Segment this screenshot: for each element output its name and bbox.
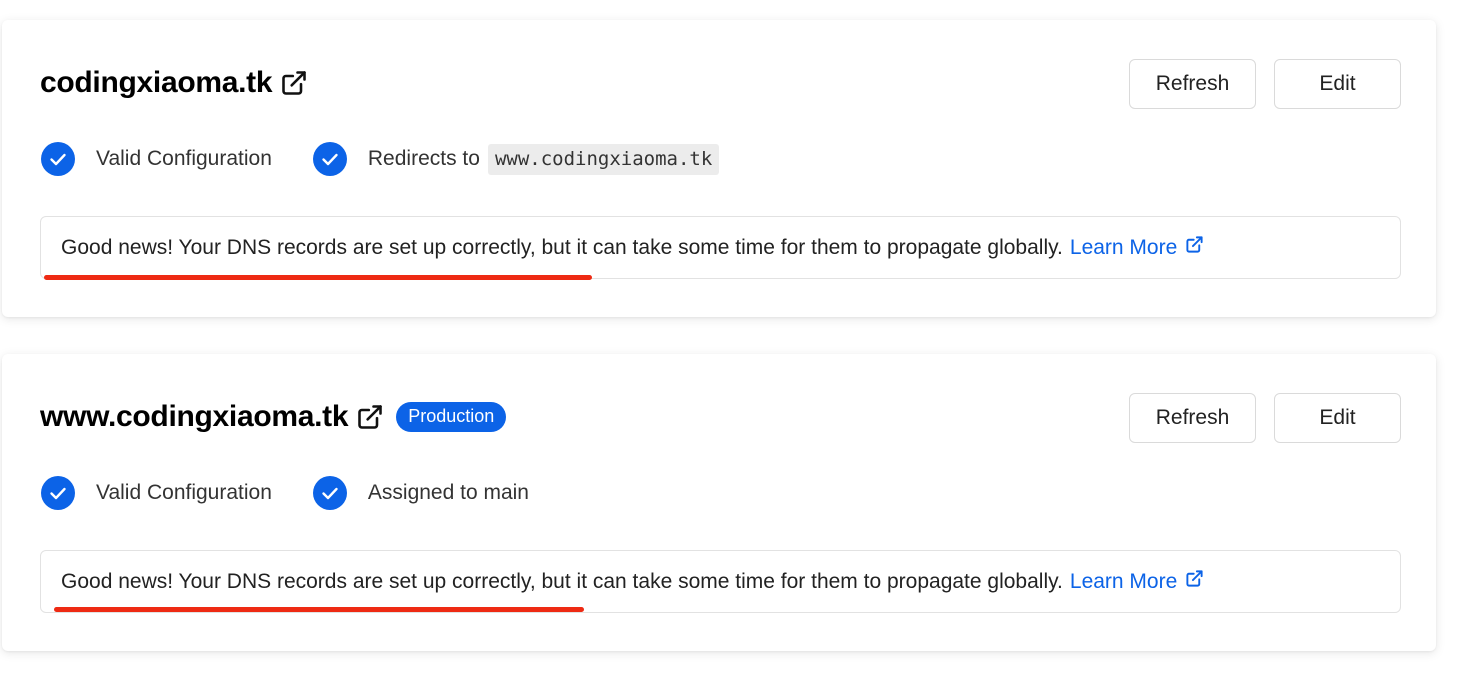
status-valid-configuration: Valid Configuration: [40, 475, 272, 511]
status-redirect: Redirects to www.codingxiaoma.tk: [312, 141, 720, 177]
annotation-underline: [54, 607, 584, 612]
domain-card: codingxiaoma.tk Refresh Edit Valid Confi…: [2, 20, 1436, 317]
domain-title-row: www.codingxiaoma.tk Production: [40, 397, 507, 437]
domain-title[interactable]: codingxiaoma.tk: [40, 66, 273, 100]
external-link-icon[interactable]: [1185, 569, 1204, 594]
status-assigned-branch: Assigned to main: [312, 475, 529, 511]
domain-title-row: codingxiaoma.tk: [40, 63, 308, 103]
learn-more-label[interactable]: Learn More: [1070, 570, 1177, 594]
notice-text: Good news! Your DNS records are set up c…: [61, 569, 1063, 593]
check-circle-icon: [40, 141, 76, 177]
refresh-button[interactable]: Refresh: [1129, 59, 1256, 109]
check-circle-icon: [40, 475, 76, 511]
annotation-underline: [44, 275, 592, 280]
redirect-target-code: www.codingxiaoma.tk: [487, 143, 720, 175]
production-badge: Production: [396, 401, 507, 433]
learn-more-link[interactable]: Learn More: [1070, 235, 1204, 260]
status-label: Assigned to main: [367, 481, 529, 504]
status-row: Valid Configuration Redirects to www.cod…: [40, 141, 759, 177]
external-link-icon[interactable]: [280, 69, 308, 97]
learn-more-link[interactable]: Learn More: [1070, 569, 1204, 594]
dns-notice: Good news! Your DNS records are set up c…: [40, 216, 1401, 279]
edit-button[interactable]: Edit: [1274, 393, 1401, 443]
status-label: Valid Configuration: [96, 481, 272, 504]
check-circle-icon: [312, 475, 348, 511]
status-valid-configuration: Valid Configuration: [40, 141, 272, 177]
notice-text: Good news! Your DNS records are set up c…: [61, 235, 1063, 259]
learn-more-label[interactable]: Learn More: [1070, 236, 1177, 260]
external-link-icon[interactable]: [356, 403, 384, 431]
status-label: Redirects to: [367, 147, 480, 170]
status-row: Valid Configuration Assigned to main: [40, 475, 569, 511]
status-label: Valid Configuration: [96, 147, 272, 170]
edit-button[interactable]: Edit: [1274, 59, 1401, 109]
external-link-icon[interactable]: [1185, 235, 1204, 260]
dns-notice: Good news! Your DNS records are set up c…: [40, 550, 1401, 613]
refresh-button[interactable]: Refresh: [1129, 393, 1256, 443]
check-circle-icon: [312, 141, 348, 177]
domain-title[interactable]: www.codingxiaoma.tk: [40, 400, 349, 434]
domain-card: www.codingxiaoma.tk Production Refresh E…: [2, 354, 1436, 651]
